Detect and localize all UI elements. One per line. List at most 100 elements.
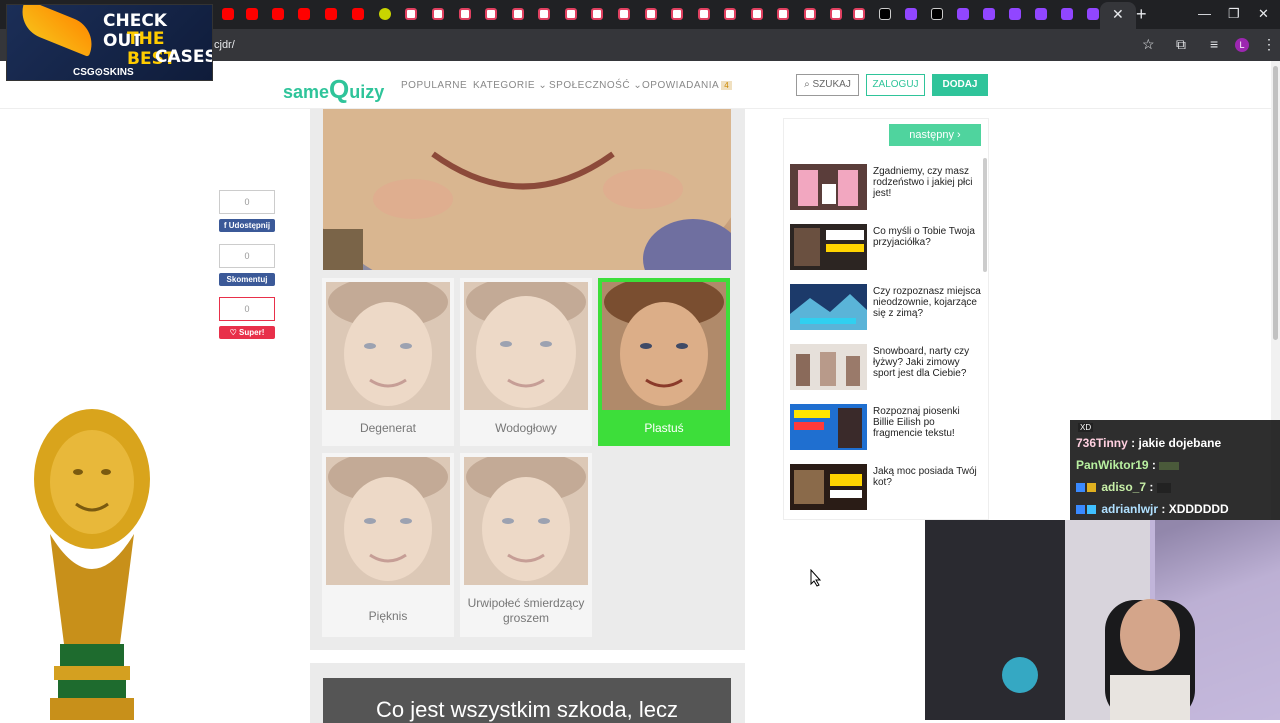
quiz-thumbnail [790, 344, 867, 390]
samequizy-tab-icon[interactable] [459, 8, 471, 20]
quiz-title: Co myśli o Tobie Twoja przyjaciółka? [873, 226, 975, 248]
media-icon[interactable]: ≡ [1210, 36, 1218, 52]
answer-option[interactable]: Degenerat [322, 278, 454, 446]
youtube-tab-icon[interactable] [298, 8, 310, 20]
sidebar-scrollbar[interactable] [983, 158, 987, 272]
quiz-thumbnail [790, 224, 867, 270]
knife-icon [14, 5, 100, 57]
tiktok-tab-icon[interactable] [931, 8, 943, 20]
answer-label: Degenerat [359, 421, 417, 435]
bookmark-star-icon[interactable]: ☆ [1142, 36, 1155, 53]
twitch-tab-icon[interactable] [1009, 8, 1021, 20]
samequizy-tab-icon[interactable] [751, 8, 763, 20]
csgo-skins-ad[interactable]: CHECK OUT THE BEST CASES CSG⊙SKINS [6, 4, 213, 81]
badge-icon [1076, 505, 1085, 514]
samequizy-tab-icon[interactable] [724, 8, 736, 20]
related-quiz-item[interactable]: Co myśli o Tobie Twoja przyjaciółka? [790, 224, 980, 270]
samequizy-tab-icon[interactable] [565, 8, 577, 20]
quiz-thumbnail [790, 284, 867, 330]
chevron-down-icon: ⌄ [538, 80, 548, 91]
related-quiz-item[interactable]: Zgadniemy, czy masz rodzeństwo i jakiej … [790, 164, 980, 210]
samequizy-tab-icon[interactable] [538, 8, 550, 20]
samequizy-tab-icon[interactable] [432, 8, 444, 20]
quiz-title: Rozpoznaj piosenki Billie Eilish po frag… [873, 406, 960, 439]
tiktok-tab-icon[interactable] [879, 8, 891, 20]
lock-tab-icon[interactable] [379, 8, 391, 20]
add-quiz-button[interactable]: DODAJ [932, 74, 988, 96]
samequizy-tab-icon[interactable] [485, 8, 497, 20]
extensions-icon[interactable]: ⧉ [1176, 36, 1186, 53]
twitch-tab-icon[interactable] [1087, 8, 1099, 20]
youtube-tab-icon[interactable] [352, 8, 364, 20]
answer-option[interactable]: Wodogłowy [460, 278, 592, 446]
badge-icon [1076, 483, 1085, 492]
youtube-tab-icon[interactable] [325, 8, 337, 20]
samequizy-tab-icon[interactable] [830, 8, 842, 20]
nav-categories[interactable]: KATEGORIE ⌄ [473, 80, 547, 91]
facebook-icon: f [223, 221, 227, 230]
trophy-face-overlay [34, 409, 150, 720]
twitch-tab-icon[interactable] [1061, 8, 1073, 20]
next-question-title: Co jest wszystkim szkoda, lecz [323, 678, 731, 723]
share-count: 0 [219, 190, 275, 214]
answer-option[interactable]: Urwipołeć śmierdzący groszem [460, 453, 592, 637]
answer-label: Wodogłowy [495, 421, 557, 435]
chat-message: PanWiktor19 : [1076, 458, 1180, 472]
related-quiz-item[interactable]: Snowboard, narty czy łyżwy? Jaki zimowy … [790, 344, 980, 390]
url-field[interactable]: cjdr/ [214, 39, 235, 51]
site-logo[interactable]: sameQuizy [283, 74, 384, 105]
youtube-tab-icon[interactable] [246, 8, 258, 20]
quiz-title: Czy rozpoznasz miejsca nieodzownie, koja… [873, 286, 981, 319]
samequizy-tab-icon[interactable] [405, 8, 417, 20]
related-quiz-item[interactable]: Rozpoznaj piosenki Billie Eilish po frag… [790, 404, 980, 450]
tank-emote-icon [1159, 461, 1180, 470]
samequizy-tab-icon[interactable] [671, 8, 683, 20]
samequizy-tab-icon[interactable] [777, 8, 789, 20]
xd-emote-icon [1156, 482, 1171, 493]
answer-label: Plastuś [644, 421, 684, 435]
heart-icon: ♡ [229, 328, 237, 337]
twitch-tab-icon[interactable] [1035, 8, 1047, 20]
youtube-tab-icon[interactable] [222, 8, 234, 20]
menu-icon[interactable]: ⋮ [1262, 36, 1276, 53]
profile-avatar[interactable]: L [1235, 38, 1249, 52]
samequizy-tab-icon[interactable] [645, 8, 657, 20]
nav-community[interactable]: SPOŁECZNOŚĆ ⌄ [549, 80, 642, 91]
youtube-tab-icon[interactable] [272, 8, 284, 20]
maximize-button[interactable]: ❐ [1228, 6, 1240, 22]
samequizy-tab-icon[interactable] [512, 8, 524, 20]
close-window-button[interactable]: ✕ [1258, 6, 1269, 22]
facebook-comment-button[interactable]: Skomentuj [219, 273, 275, 286]
question-photo [323, 109, 731, 270]
samequizy-tab-icon[interactable] [853, 8, 865, 20]
facebook-share-button[interactable]: f Udostępnij [219, 219, 275, 232]
samequizy-tab-icon[interactable] [804, 8, 816, 20]
twitch-tab-icon[interactable] [905, 8, 917, 20]
new-tab-button[interactable]: + [1136, 4, 1147, 25]
nav-stories[interactable]: OPOWIADANIA 4 [642, 80, 733, 91]
like-button[interactable]: ♡ Super! [219, 326, 275, 339]
page-scrollbar-thumb[interactable] [1273, 66, 1278, 340]
answer-option-selected[interactable]: Plastuś [598, 278, 730, 446]
login-button[interactable]: ZALOGUJ [866, 74, 925, 96]
next-quiz-button[interactable]: następny › [889, 124, 981, 146]
samequizy-tab-icon[interactable] [618, 8, 630, 20]
chat-message: adiso_7 : [1076, 480, 1171, 494]
related-quiz-item[interactable]: Jaką moc posiada Twój kot? [790, 464, 980, 510]
related-quiz-item[interactable]: Czy rozpoznasz miejsca nieodzownie, koja… [790, 284, 981, 330]
minimize-button[interactable]: — [1198, 6, 1211, 21]
twitch-tab-icon[interactable] [957, 8, 969, 20]
stream-chat-overlay: 736Tinny : jakie dojebane PanWiktor19 : … [1070, 420, 1280, 522]
mouse-cursor-icon [810, 569, 822, 587]
samequizy-tab-icon[interactable] [698, 8, 710, 20]
ad-headline-3: CASES [155, 47, 213, 67]
samequizy-tab-icon[interactable] [591, 8, 603, 20]
answer-photo [602, 282, 726, 410]
answer-label: Pięknis [368, 609, 408, 623]
answer-option[interactable]: Pięknis [322, 453, 454, 637]
tab-close-icon[interactable]: ✕ [1112, 6, 1124, 23]
chevron-right-icon: › [957, 129, 961, 141]
nav-popular[interactable]: POPULARNE [401, 80, 467, 91]
twitch-tab-icon[interactable] [983, 8, 995, 20]
search-button[interactable]: ⌕ SZUKAJ [796, 74, 859, 96]
